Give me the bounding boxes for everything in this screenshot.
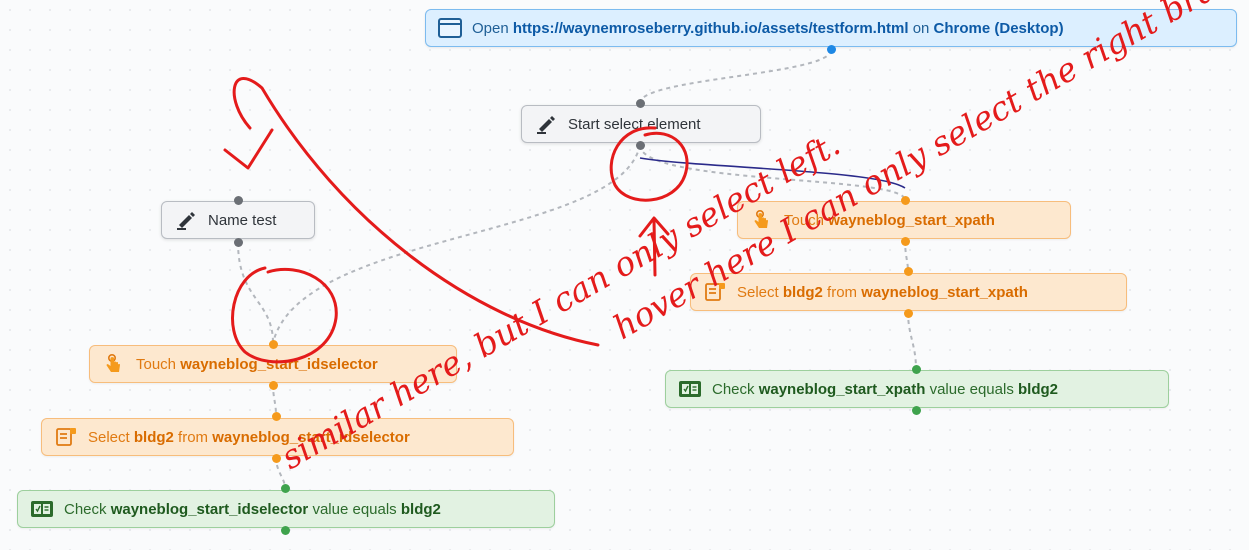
edge-start-to-right-branch xyxy=(639,144,906,201)
select-xpath-input-port[interactable] xyxy=(903,266,913,276)
check-idselector-output-port[interactable] xyxy=(280,525,290,535)
dropdown-select-icon xyxy=(703,280,727,304)
touch-idselector-label: Touch wayneblog_start_idselector xyxy=(136,355,378,373)
check-value-icon xyxy=(678,377,702,401)
select-idselector-input-port[interactable] xyxy=(271,411,281,421)
touch-xpath-node[interactable]: Touch wayneblog_start_xpath xyxy=(737,201,1071,239)
touch-hand-icon xyxy=(102,352,126,376)
check-xpath-node[interactable]: Check wayneblog_start_xpath value equals… xyxy=(665,370,1169,408)
edge-open-to-start xyxy=(639,49,832,104)
start-select-element-node[interactable]: Start select element xyxy=(521,105,761,143)
select-xpath-output-port[interactable] xyxy=(903,308,913,318)
start-select-input-port[interactable] xyxy=(635,98,645,108)
pen-icon xyxy=(534,112,558,136)
touch-xpath-input-port[interactable] xyxy=(900,195,910,205)
select-idselector-output-port[interactable] xyxy=(271,453,281,463)
browser-window-icon xyxy=(438,16,462,40)
start-select-output-port[interactable] xyxy=(635,140,645,150)
open-url-node[interactable]: Open https://waynemroseberry.github.io/a… xyxy=(425,9,1237,47)
select-xpath-label: Select bldg2 from wayneblog_start_xpath xyxy=(737,283,1028,301)
start-select-element-label: Start select element xyxy=(568,115,701,133)
open-url-browser: Chrome (Desktop) xyxy=(933,19,1064,37)
check-xpath-output-port[interactable] xyxy=(911,405,921,415)
edge-select-to-check-right xyxy=(907,311,917,370)
arrow-up-mark xyxy=(638,216,670,277)
name-test-label: Name test xyxy=(208,211,277,229)
check-idselector-input-port[interactable] xyxy=(280,483,290,493)
check-value-icon xyxy=(30,497,54,521)
touch-idselector-output-port[interactable] xyxy=(268,380,278,390)
edge-name-to-touch-left xyxy=(237,241,274,344)
check-idselector-node[interactable]: Check wayneblog_start_idselector value e… xyxy=(17,490,555,528)
touch-xpath-output-port[interactable] xyxy=(900,236,910,246)
name-test-input-port[interactable] xyxy=(233,195,243,205)
check-xpath-label: Check wayneblog_start_xpath value equals… xyxy=(712,380,1058,398)
pen-icon xyxy=(174,208,198,232)
open-url-node-label: Open https://waynemroseberry.github.io/a… xyxy=(472,19,1064,37)
touch-idselector-input-port[interactable] xyxy=(268,339,278,349)
dropdown-select-icon xyxy=(54,425,78,449)
select-xpath-node[interactable]: Select bldg2 from wayneblog_start_xpath xyxy=(690,273,1127,311)
check-xpath-input-port[interactable] xyxy=(911,364,921,374)
open-url-output-port[interactable] xyxy=(826,44,836,54)
name-test-node[interactable]: Name test xyxy=(161,201,315,239)
select-idselector-label: Select bldg2 from wayneblog_start_idsele… xyxy=(88,428,410,446)
touch-xpath-label: Touch wayneblog_start_xpath xyxy=(784,211,995,229)
flow-canvas[interactable]: Open https://waynemroseberry.github.io/a… xyxy=(0,0,1249,550)
check-idselector-label: Check wayneblog_start_idselector value e… xyxy=(64,500,441,518)
touch-hand-icon xyxy=(750,208,774,232)
open-url-value: https://waynemroseberry.github.io/assets… xyxy=(512,19,909,37)
name-test-output-port[interactable] xyxy=(233,237,243,247)
edge-start-to-left-branch xyxy=(272,144,641,344)
select-idselector-node[interactable]: Select bldg2 from wayneblog_start_idsele… xyxy=(41,418,514,456)
highlighted-connection-wire xyxy=(639,157,906,189)
touch-idselector-node[interactable]: Touch wayneblog_start_idselector xyxy=(89,345,457,383)
